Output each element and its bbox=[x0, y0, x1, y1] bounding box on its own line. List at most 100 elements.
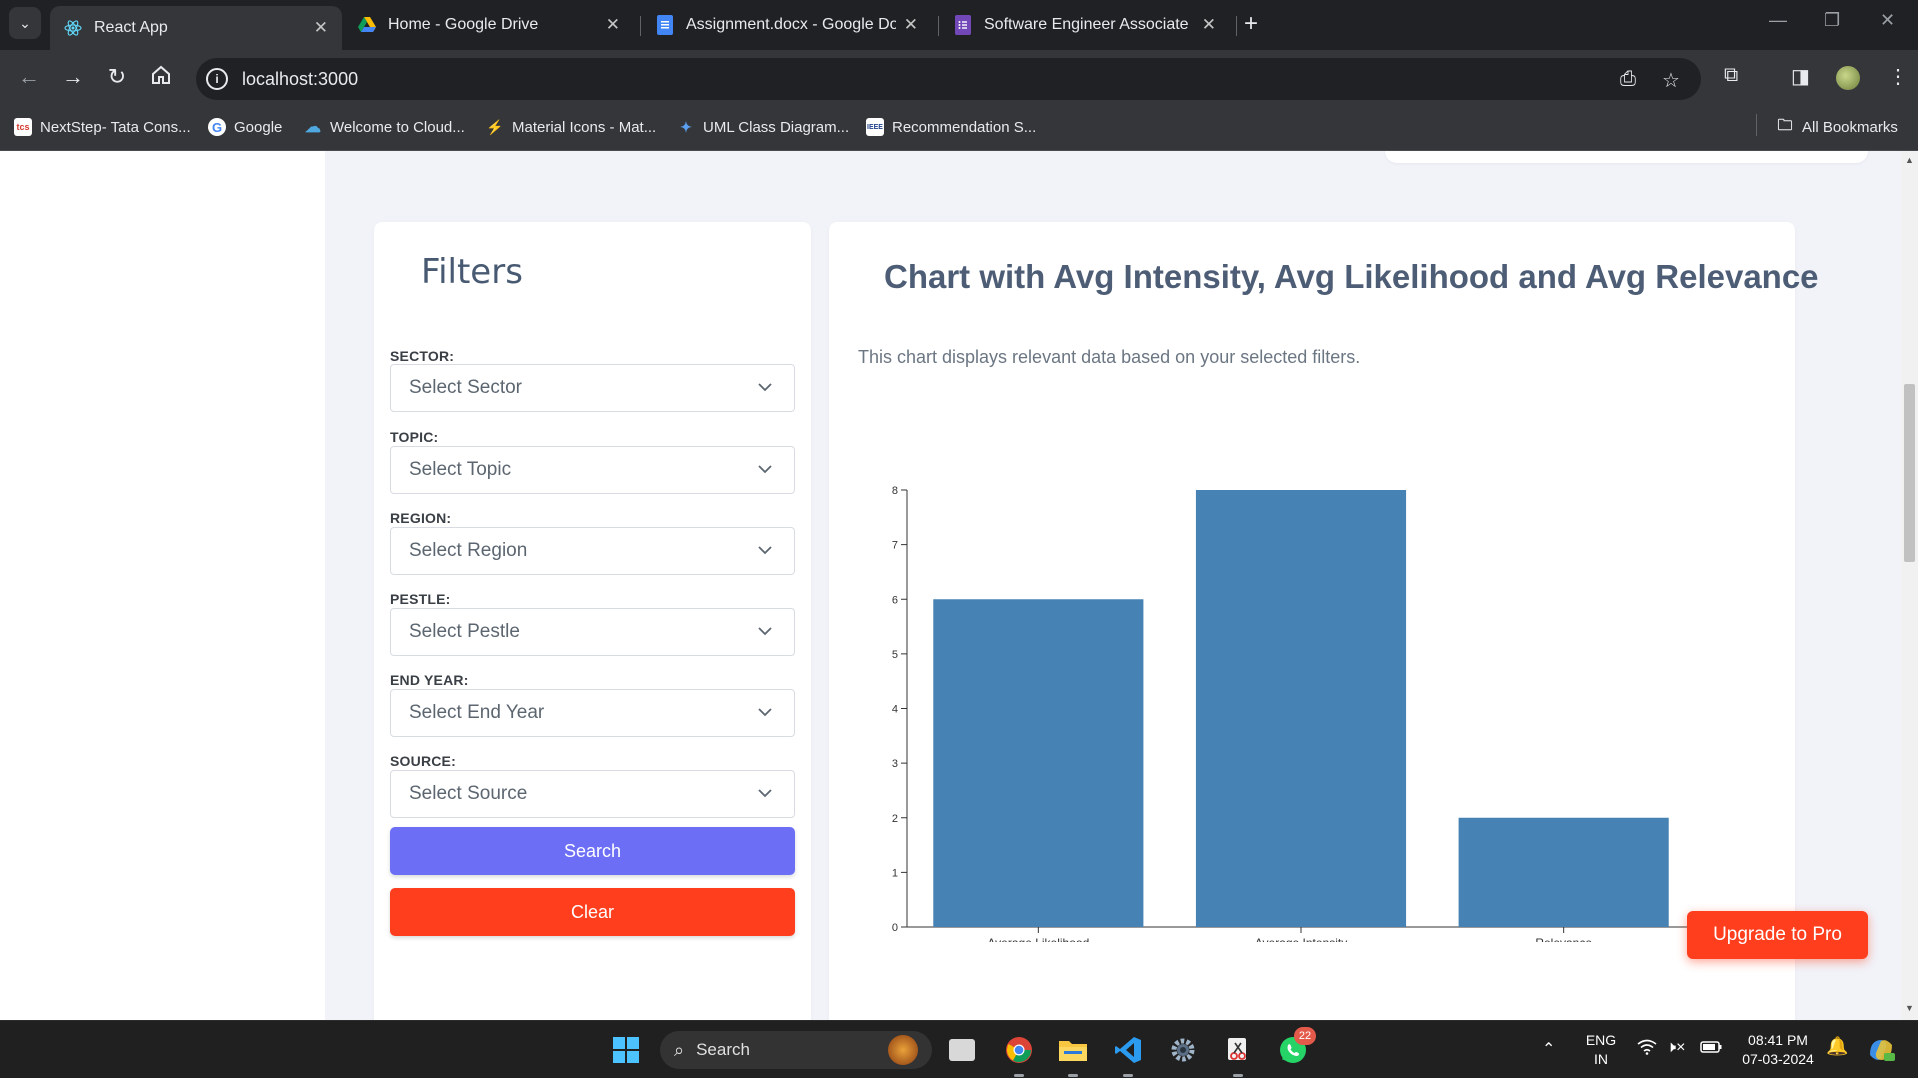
wifi-icon[interactable] bbox=[1637, 1039, 1657, 1060]
region-select[interactable]: Select Region bbox=[390, 527, 795, 575]
close-icon[interactable]: ✕ bbox=[904, 15, 918, 35]
new-tab-button[interactable]: + bbox=[1244, 10, 1258, 38]
bar bbox=[933, 599, 1144, 927]
tab-react-app[interactable]: React App ✕ bbox=[50, 6, 342, 50]
language-indicator[interactable]: ENG IN bbox=[1584, 1031, 1618, 1069]
volume-muted-icon[interactable]: 🕨× bbox=[1666, 1038, 1685, 1057]
taskbar-search[interactable]: ⌕ Search bbox=[660, 1031, 932, 1069]
file-explorer-icon[interactable] bbox=[1058, 1035, 1088, 1065]
vscode-icon[interactable] bbox=[1113, 1035, 1143, 1065]
page-scrollbar[interactable]: ▲ ▼ bbox=[1901, 151, 1918, 1020]
filters-card: Filters SECTOR: Select Sector TOPIC: Sel… bbox=[374, 222, 811, 1020]
show-hidden-icons-icon[interactable]: ⌃ bbox=[1542, 1040, 1555, 1059]
bookmark-label: Material Icons - Mat... bbox=[512, 118, 657, 136]
chevron-down-icon bbox=[758, 627, 772, 636]
profile-avatar[interactable] bbox=[1836, 66, 1860, 90]
y-tick-label: 4 bbox=[892, 704, 898, 716]
sector-select[interactable]: Select Sector bbox=[390, 364, 795, 412]
filters-title: Filters bbox=[421, 252, 523, 292]
pestle-select[interactable]: Select Pestle bbox=[390, 608, 795, 656]
reload-icon[interactable]: ↻ bbox=[102, 64, 132, 90]
extensions-icon[interactable]: ⧉ bbox=[1724, 64, 1738, 87]
windows-start-icon[interactable] bbox=[611, 1035, 641, 1065]
language-label: ENG bbox=[1585, 1032, 1617, 1048]
scroll-down-icon[interactable]: ▼ bbox=[1904, 1003, 1915, 1013]
search-icon: ⌕ bbox=[674, 1039, 685, 1060]
running-indicator bbox=[1233, 1074, 1243, 1077]
bookmark-label: Google bbox=[234, 118, 283, 136]
scroll-up-icon[interactable]: ▲ bbox=[1904, 155, 1915, 165]
tab-search-button[interactable]: ⌄ bbox=[9, 7, 41, 39]
more-menu-icon[interactable]: ⋮ bbox=[1888, 64, 1908, 89]
site-info-icon[interactable]: i bbox=[206, 68, 228, 90]
scrollbar-thumb[interactable] bbox=[1904, 384, 1915, 562]
all-bookmarks-label: All Bookmarks bbox=[1802, 118, 1898, 136]
address-bar[interactable]: i localhost:3000 ⎙ ☆ bbox=[196, 58, 1701, 100]
address-url: localhost:3000 bbox=[242, 68, 359, 89]
close-icon[interactable]: ✕ bbox=[314, 18, 328, 38]
source-select[interactable]: Select Source bbox=[390, 770, 795, 818]
side-panel-icon[interactable]: ◨ bbox=[1791, 64, 1810, 89]
bookmarks-separator bbox=[1756, 114, 1757, 136]
bookmark-item[interactable]: ☁ Welcome to Cloud... bbox=[304, 118, 465, 137]
bookmark-label: Recommendation S... bbox=[892, 118, 1037, 136]
date-label: 07-03-2024 bbox=[1742, 1051, 1814, 1067]
react-icon bbox=[64, 19, 82, 37]
tab-title: Home - Google Drive bbox=[388, 16, 539, 33]
search-button[interactable]: Search bbox=[390, 827, 795, 875]
y-tick-label: 2 bbox=[892, 813, 898, 825]
y-tick-label: 1 bbox=[892, 867, 898, 879]
chrome-icon[interactable] bbox=[1004, 1035, 1034, 1065]
bookmark-item[interactable]: tcs NextStep- Tata Cons... bbox=[14, 118, 191, 136]
all-bookmarks-button[interactable]: 🗀 All Bookmarks bbox=[1776, 116, 1898, 136]
close-icon[interactable]: ✕ bbox=[1202, 15, 1216, 35]
google-forms-icon bbox=[954, 15, 972, 35]
copilot-icon[interactable] bbox=[1866, 1035, 1896, 1065]
y-tick-label: 5 bbox=[892, 649, 898, 661]
install-app-icon[interactable]: ⎙ bbox=[1620, 68, 1636, 91]
pestle-select-value: Select Pestle bbox=[409, 621, 520, 642]
restore-icon[interactable]: ❐ bbox=[1824, 10, 1840, 31]
home-icon[interactable] bbox=[146, 64, 176, 92]
chevron-down-icon bbox=[758, 546, 772, 555]
clock[interactable]: 08:41 PM 07-03-2024 bbox=[1734, 1031, 1822, 1069]
chevron-down-icon bbox=[758, 383, 772, 392]
chevron-down-icon bbox=[758, 708, 772, 717]
battery-icon[interactable] bbox=[1700, 1040, 1722, 1059]
bookmark-star-icon[interactable]: ☆ bbox=[1662, 68, 1680, 93]
region-select-value: Select Region bbox=[409, 540, 528, 561]
back-arrow-icon[interactable]: ← bbox=[14, 64, 44, 90]
upgrade-to-pro-button[interactable]: Upgrade to Pro bbox=[1687, 911, 1868, 959]
chevron-down-icon bbox=[758, 789, 772, 798]
x-tick-label: Average Likelihood bbox=[987, 936, 1089, 942]
settings-gear-icon[interactable] bbox=[1168, 1035, 1198, 1065]
end-year-select[interactable]: Select End Year bbox=[390, 689, 795, 737]
end-year-label: END YEAR: bbox=[390, 672, 469, 688]
bookmark-item[interactable]: IEEE Recommendation S... bbox=[866, 118, 1036, 136]
window-close-icon[interactable]: ✕ bbox=[1880, 10, 1895, 31]
close-icon[interactable]: ✕ bbox=[606, 15, 620, 35]
task-view-icon[interactable] bbox=[949, 1039, 975, 1061]
snipping-tool-icon[interactable] bbox=[1223, 1035, 1253, 1065]
uml-icon: ✦ bbox=[680, 118, 692, 135]
minimize-icon[interactable]: — bbox=[1769, 10, 1787, 31]
bookmark-item[interactable]: G Google bbox=[208, 118, 282, 136]
notification-bell-icon[interactable]: 🔔 bbox=[1826, 1037, 1848, 1056]
folder-icon: 🗀 bbox=[1777, 116, 1793, 134]
bar bbox=[1195, 490, 1407, 927]
end-year-select-value: Select End Year bbox=[409, 702, 545, 723]
topic-label: TOPIC: bbox=[390, 429, 439, 445]
bookmark-item[interactable]: ✦ UML Class Diagram... bbox=[677, 118, 849, 136]
tab-assignment-doc[interactable]: Assignment.docx - Google Doc ✕ bbox=[642, 7, 932, 43]
running-indicator bbox=[1123, 1074, 1133, 1077]
topic-select[interactable]: Select Topic bbox=[390, 446, 795, 494]
forward-arrow-icon[interactable]: → bbox=[58, 64, 88, 90]
clear-button[interactable]: Clear bbox=[390, 888, 795, 936]
bookmarks-bar: tcs NextStep- Tata Cons... G Google ☁ We… bbox=[0, 108, 1918, 151]
bookmark-label: UML Class Diagram... bbox=[703, 118, 850, 136]
tab-separator bbox=[1236, 16, 1237, 36]
tab-google-drive[interactable]: Home - Google Drive ✕ bbox=[344, 7, 634, 43]
bookmark-item[interactable]: ⚡ Material Icons - Mat... bbox=[486, 118, 656, 136]
tab-software-engineer[interactable]: Software Engineer Associate ✕ bbox=[940, 7, 1230, 43]
running-indicator bbox=[1068, 1074, 1078, 1077]
